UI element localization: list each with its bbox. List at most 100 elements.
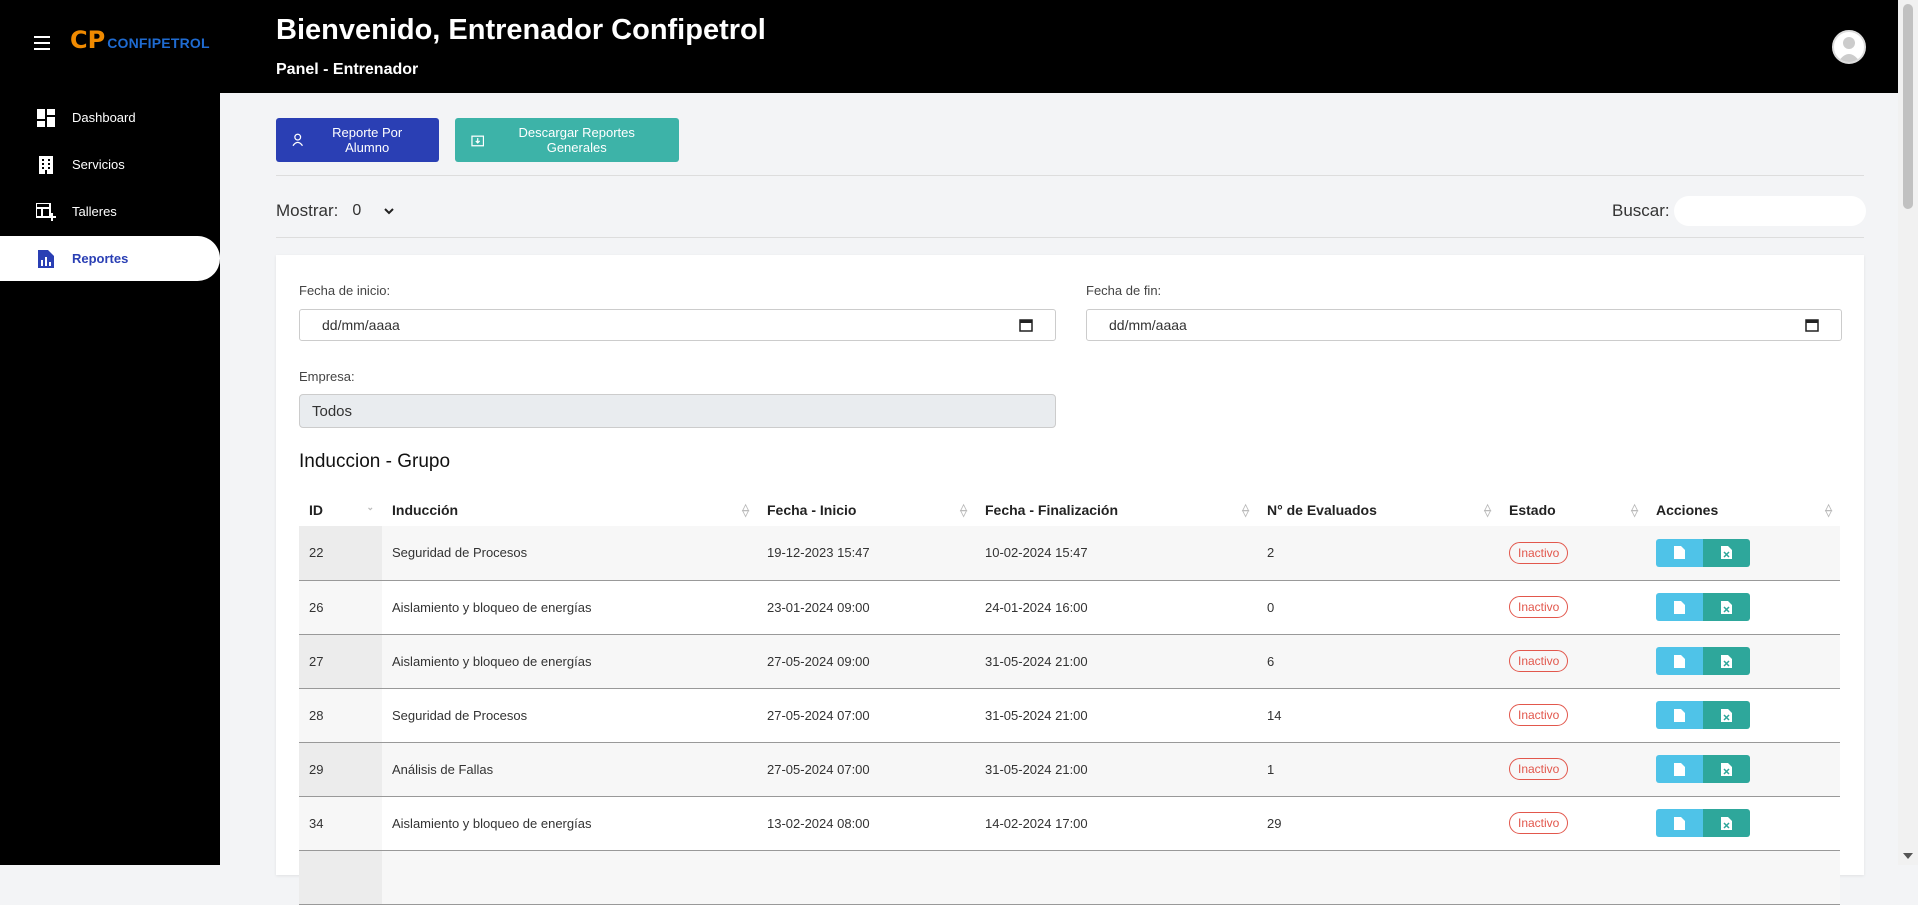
cell-acciones <box>1646 580 1840 635</box>
sort-desc-icon: ⌄ <box>366 502 374 512</box>
excel-report-button[interactable] <box>1703 755 1750 783</box>
table-row: 26 Aislamiento y bloqueo de energías 23-01… <box>299 580 1840 635</box>
page-length-value: 0 <box>352 202 362 219</box>
cell-fin: 31-05-2024 21:00 <box>975 688 1257 743</box>
cell-estado: Inactivo <box>1499 526 1646 581</box>
excel-report-button[interactable] <box>1703 538 1750 567</box>
sidebar-item-label: Dashboard <box>72 110 136 125</box>
excel-report-button[interactable] <box>1703 593 1750 621</box>
user-report-icon <box>292 133 303 147</box>
column-header-evaluados[interactable]: N° de Evaluados △ ▽ <box>1257 493 1499 526</box>
excel-report-button[interactable] <box>1703 809 1750 837</box>
end-date-placeholder: dd/mm/aaaa <box>1109 317 1187 333</box>
sidebar-item-talleres[interactable]: Talleres <box>0 189 220 234</box>
cell-estado: Inactivo <box>1499 580 1646 635</box>
cell-fin: 24-01-2024 16:00 <box>975 580 1257 635</box>
end-date-input[interactable]: dd/mm/aaaa <box>1086 309 1842 341</box>
brand-logo[interactable]: CP CONFIPETROL <box>70 28 210 52</box>
cell-inicio: 13-02-2024 08:00 <box>757 796 975 851</box>
column-header-estado[interactable]: Estado △ ▽ <box>1499 493 1646 526</box>
divider <box>276 237 1864 238</box>
cell-induccion: Seguridad de Procesos <box>382 688 757 743</box>
sidebar-item-reportes[interactable]: Reportes <box>0 236 220 281</box>
search-control: Buscar: <box>1612 196 1866 226</box>
column-header-fecha-fin[interactable]: Fecha - Finalización △ ▽ <box>975 493 1257 526</box>
report-by-student-button[interactable]: Reporte Por Alumno <box>276 118 439 162</box>
cell-evaluados: 14 <box>1257 688 1499 743</box>
calendar-icon[interactable] <box>1805 318 1819 332</box>
cell-estado: Inactivo <box>1499 742 1646 797</box>
search-label: Buscar: <box>1612 201 1670 220</box>
avatar[interactable] <box>1832 30 1866 64</box>
cell-acciones <box>1646 634 1840 689</box>
column-header-induccion[interactable]: Inducción △ ▽ <box>382 493 757 526</box>
company-value: Todos <box>312 402 353 420</box>
cell-induccion: Seguridad de Procesos <box>382 526 757 581</box>
file-icon <box>1674 546 1685 560</box>
download-general-reports-button[interactable]: Descargar Reportes Generales <box>455 118 679 162</box>
show-label: Mostrar: <box>276 201 339 220</box>
cell-id: 29 <box>299 742 382 797</box>
row-actions <box>1656 647 1840 675</box>
cell-fin <box>975 850 1257 905</box>
sort-icon: △ ▽ <box>1825 502 1832 518</box>
column-header-id[interactable]: ID ⌄ <box>299 493 382 526</box>
excel-file-icon <box>1721 654 1732 668</box>
status-badge: Inactivo <box>1509 541 1569 564</box>
table-header-row: ID ⌄ Inducción △ ▽ Fecha - Inicio △ ▽ Fecha -… <box>299 493 1840 526</box>
start-date-input[interactable]: dd/mm/aaaa <box>299 309 1056 341</box>
cell-inicio <box>757 850 975 905</box>
column-header-label: Fecha - Finalización <box>985 501 1119 518</box>
excel-report-button[interactable] <box>1703 647 1750 675</box>
cell-inicio: 27-05-2024 09:00 <box>757 634 975 689</box>
excel-report-button[interactable] <box>1703 701 1750 729</box>
building-icon <box>36 155 56 175</box>
table-row: 34 Aislamiento y bloqueo de energías 13-02… <box>299 796 1840 851</box>
sidebar-item-dashboard[interactable]: Dashboard <box>0 95 220 140</box>
sidebar: CP CONFIPETROL Dashboard Servicios Talle… <box>0 0 220 865</box>
calendar-icon[interactable] <box>1019 318 1033 332</box>
excel-file-icon <box>1721 546 1732 560</box>
sidebar-item-servicios[interactable]: Servicios <box>0 142 220 187</box>
company-select[interactable]: Todos <box>299 394 1056 428</box>
file-icon <box>1674 816 1685 830</box>
cell-induccion: Aislamiento y bloqueo de energías <box>382 796 757 851</box>
column-header-fecha-inicio[interactable]: Fecha - Inicio △ ▽ <box>757 493 975 526</box>
page-length-select[interactable]: 0 <box>344 196 403 226</box>
table-row: 27 Aislamiento y bloqueo de energías 27-05… <box>299 634 1840 689</box>
pdf-report-button[interactable] <box>1656 809 1703 837</box>
row-actions <box>1656 593 1840 621</box>
excel-file-icon <box>1721 600 1732 614</box>
cell-acciones <box>1646 688 1840 743</box>
cell-inicio: 27-05-2024 07:00 <box>757 742 975 797</box>
pdf-report-button[interactable] <box>1656 538 1703 567</box>
cell-evaluados: 6 <box>1257 634 1499 689</box>
start-date-label: Fecha de inicio: <box>299 283 391 298</box>
sort-icon: △ ▽ <box>1631 502 1638 518</box>
row-actions <box>1656 809 1840 837</box>
cell-acciones <box>1646 850 1840 905</box>
status-badge: Inactivo <box>1509 596 1569 618</box>
pdf-report-button[interactable] <box>1656 701 1703 729</box>
sidebar-item-label: Servicios <box>72 157 125 172</box>
status-badge: Inactivo <box>1509 758 1569 780</box>
menu-icon[interactable] <box>34 36 50 50</box>
column-header-acciones[interactable]: Acciones △ ▽ <box>1646 493 1840 526</box>
top-header: Bienvenido, Entrenador Confipetrol Panel… <box>220 0 1898 93</box>
pdf-report-button[interactable] <box>1656 593 1703 621</box>
cell-inicio: 23-01-2024 09:00 <box>757 580 975 635</box>
user-icon <box>1838 37 1860 62</box>
table-add-icon <box>36 202 56 222</box>
scroll-down-arrow-icon[interactable] <box>1903 853 1913 859</box>
report-by-student-label: Reporte Por Alumno <box>332 125 403 155</box>
page-scrollbar[interactable] <box>1898 0 1918 865</box>
search-input[interactable] <box>1673 196 1866 226</box>
page-title: Bienvenido, Entrenador Confipetrol <box>276 14 766 46</box>
pdf-report-button[interactable] <box>1656 755 1703 783</box>
sidebar-nav: Dashboard Servicios Talleres Reportes <box>0 95 220 283</box>
cell-evaluados <box>1257 850 1499 905</box>
pdf-report-button[interactable] <box>1656 647 1703 675</box>
scrollbar-thumb[interactable] <box>1903 4 1913 209</box>
cell-inicio: 19-12-2023 15:47 <box>757 526 975 581</box>
report-card: Fecha de inicio: dd/mm/aaaa Fecha de fin… <box>276 255 1864 905</box>
